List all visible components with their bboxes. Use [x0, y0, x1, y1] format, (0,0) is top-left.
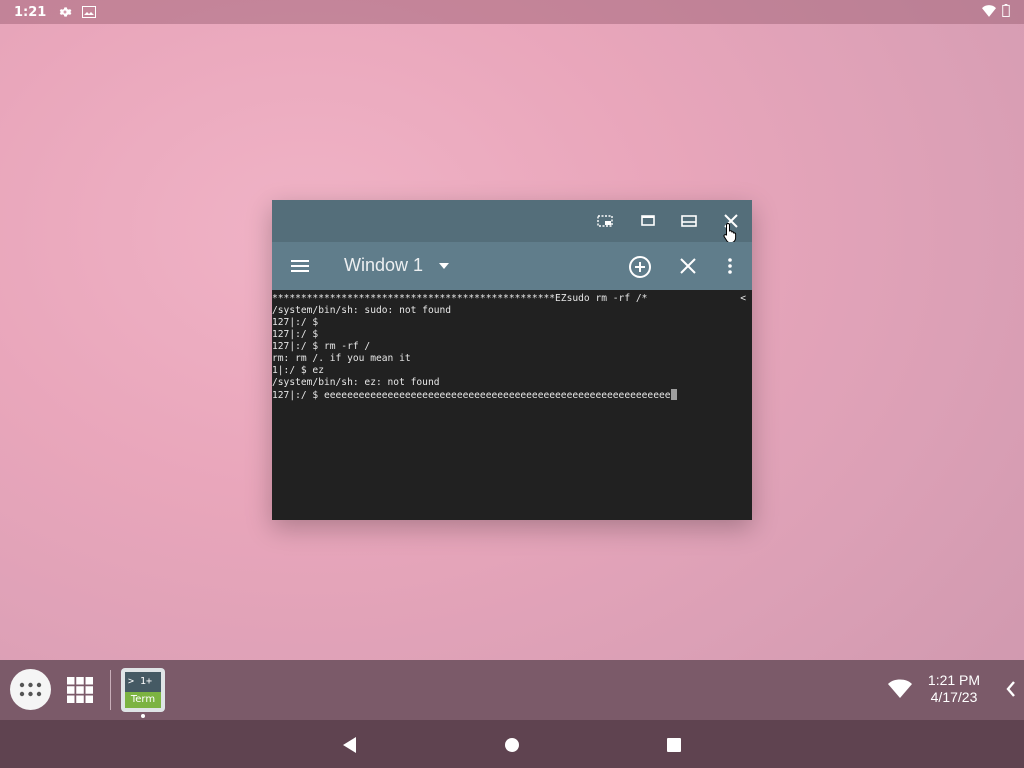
- chevron-down-icon[interactable]: [438, 262, 450, 270]
- battery-icon: [1002, 4, 1010, 17]
- terminal-line: 127|:/ $: [272, 317, 319, 328]
- status-bar: 1:21: [0, 0, 1024, 24]
- terminal-app-icon-bottom: Term: [125, 692, 161, 708]
- taskbar: > 1+ Term 1:21 PM 4/17/23: [0, 660, 1024, 720]
- taskbar-clock[interactable]: 1:21 PM 4/17/23: [924, 672, 984, 706]
- apps-dots-icon: [19, 682, 42, 697]
- terminal-line: ****************************************…: [272, 293, 648, 304]
- wifi-icon[interactable]: [888, 679, 912, 699]
- maximize-icon[interactable]: [679, 211, 699, 231]
- chevron-left-icon[interactable]: [1004, 679, 1018, 699]
- restore-icon[interactable]: [638, 211, 658, 231]
- running-indicator: [141, 714, 145, 718]
- window-caption-bar[interactable]: [272, 200, 752, 244]
- terminal-line: /system/bin/sh: ez: not found: [272, 377, 440, 388]
- terminal-line: 1|:/ $ ez: [272, 365, 324, 376]
- clock-time: 1:21 PM: [927, 672, 981, 688]
- home-icon[interactable]: [503, 736, 521, 754]
- more-vert-icon[interactable]: [720, 256, 740, 276]
- gear-icon: [60, 7, 72, 17]
- wifi-icon: [982, 4, 996, 17]
- terminal-line: 127|:/ $ rm -rf /: [272, 341, 371, 352]
- terminal-prompt-line: 127|:/ $ eeeeeeeeeeeeeeeeeeeeeeeeeeeeeee…: [272, 389, 752, 401]
- terminal-window: Window 1 *******************************…: [272, 200, 752, 520]
- terminal-app-icon-top: > 1+: [125, 672, 161, 692]
- image-icon: [82, 6, 97, 18]
- back-icon[interactable]: [341, 736, 359, 754]
- terminal-app-icon[interactable]: > 1+ Term: [121, 668, 165, 712]
- hamburger-menu-icon[interactable]: [290, 256, 310, 276]
- terminal-line: rm: rm /. if you mean it: [272, 353, 411, 364]
- scroll-indicator: <: [740, 293, 746, 304]
- terminal-cursor: [670, 389, 677, 400]
- window-selector-title[interactable]: Window 1: [344, 255, 423, 276]
- pip-icon[interactable]: [595, 211, 615, 231]
- clock-date: 4/17/23: [930, 689, 978, 705]
- terminal-prompt-text: 127|:/ $ eeeeeeeeeeeeeeeeeeeeeeeeeeeeeee…: [272, 390, 671, 401]
- hand-cursor-icon: [723, 222, 737, 244]
- terminal-output[interactable]: ****************************************…: [272, 290, 752, 520]
- taskbar-divider: [110, 670, 111, 710]
- terminal-line: 127|:/ $: [272, 329, 319, 340]
- terminal-line: /system/bin/sh: sudo: not found: [272, 305, 452, 316]
- app-drawer-button[interactable]: [10, 669, 51, 710]
- overview-icon[interactable]: [665, 736, 683, 754]
- status-time: 1:21: [14, 4, 47, 20]
- terminal-toolbar: Window 1: [272, 242, 752, 290]
- add-window-icon[interactable]: [628, 255, 652, 279]
- navigation-bar: [0, 720, 1024, 768]
- close-window-icon[interactable]: [678, 256, 698, 276]
- recent-apps-grid-icon[interactable]: [66, 676, 94, 704]
